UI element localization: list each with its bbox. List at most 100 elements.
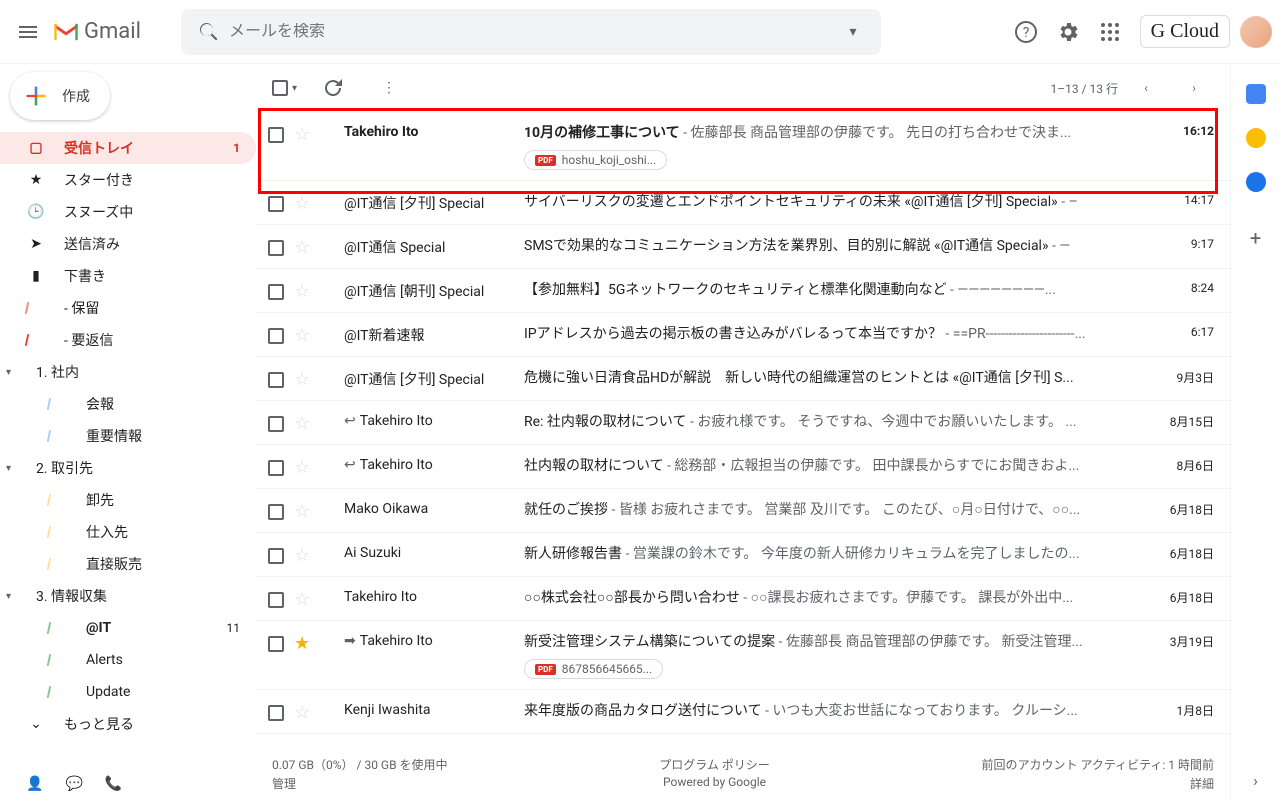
row-checkbox[interactable] <box>268 328 284 344</box>
row-checkbox[interactable] <box>268 127 284 143</box>
subject-text: IPアドレスから過去の掲示板の書き込みがバレるって本当ですか？ <box>524 326 942 342</box>
subject-text: 社内報の取材について <box>524 458 664 474</box>
subject-text: ○○株式会社○○部長から問い合わせ <box>524 590 740 606</box>
star-icon[interactable]: ☆ <box>294 369 310 390</box>
subject-text: SMSで効果的なコミュニケーション方法を業界別、目的別に解説 «@IT通信 Sp… <box>524 238 1049 254</box>
attachment-chip[interactable]: PDFhoshu_koji_oshi... <box>524 150 667 170</box>
star-icon[interactable]: ☆ <box>294 702 310 723</box>
row-checkbox[interactable] <box>268 460 284 476</box>
star-icon[interactable]: ☆ <box>294 281 310 302</box>
email-row[interactable]: ☆ Ai Suzuki 新人研修報告書 - 営業課の鈴木です。 今年度の新人研修… <box>256 533 1230 577</box>
menu-icon[interactable] <box>8 12 48 52</box>
email-row[interactable]: ☆ ↩Takehiro Ito Re: 社内報の取材について - お疲れ様です。… <box>256 401 1230 445</box>
nav-starred[interactable]: ★スター付き <box>0 164 256 196</box>
search-options-icon[interactable]: ▾ <box>833 12 873 52</box>
prev-page-icon[interactable]: ‹ <box>1126 68 1166 108</box>
nav-sent[interactable]: ➤送信済み <box>0 228 256 260</box>
apps-icon[interactable] <box>1090 12 1130 52</box>
email-list: ☆ Takehiro Ito 10月の補修工事について - 佐藤部長 商品管理部… <box>256 112 1230 748</box>
attachment-chip[interactable]: PDF867856645665... <box>524 659 663 679</box>
star-icon[interactable]: ☆ <box>294 501 310 522</box>
sender-name: Takehiro Ito <box>344 122 524 140</box>
row-checkbox[interactable] <box>268 504 284 520</box>
keep-icon[interactable] <box>1246 128 1266 148</box>
calendar-icon[interactable] <box>1246 84 1266 104</box>
nav-more[interactable]: ⌄もっと見る <box>0 708 256 740</box>
nav-drafts[interactable]: ▮下書き <box>0 260 256 292</box>
nav-internal-important[interactable]: 重要情報 <box>0 420 256 452</box>
phone-icon[interactable]: 📞 <box>105 776 122 792</box>
email-row[interactable]: ☆ @IT通信 [朝刊] Special 【参加無料】5Gネットワークのセキュリ… <box>256 269 1230 313</box>
subject-text: サイバーリスクの変遷とエンドポイントセキュリティの未来 «@IT通信 [夕刊] … <box>524 194 1058 210</box>
select-all-checkbox[interactable]: ▾ <box>272 80 297 96</box>
nav-clients-sales[interactable]: 卸先 <box>0 484 256 516</box>
nav-clients-direct[interactable]: 直接販売 <box>0 548 256 580</box>
tasks-icon[interactable] <box>1246 172 1266 192</box>
nav-research-update[interactable]: Update <box>0 676 256 708</box>
hangouts-icon[interactable]: 💬 <box>65 776 82 792</box>
nav-snoozed[interactable]: 🕒スヌーズ中 <box>0 196 256 228</box>
star-icon[interactable]: ☆ <box>294 237 310 258</box>
collapse-panel-icon[interactable]: › <box>1253 771 1258 790</box>
row-checkbox[interactable] <box>268 592 284 608</box>
label-icon <box>47 686 52 698</box>
row-checkbox[interactable] <box>268 284 284 300</box>
email-row[interactable]: ☆ @IT通信 Special SMSで効果的なコミュニケーション方法を業界別、… <box>256 225 1230 269</box>
help-icon[interactable]: ? <box>1006 12 1046 52</box>
nav-clients-supplier[interactable]: 仕入先 <box>0 516 256 548</box>
nav-group-research[interactable]: ▾3. 情報収集 <box>0 580 256 612</box>
sender-name: Mako Oikawa <box>344 499 524 517</box>
star-icon[interactable]: ☆ <box>294 193 310 214</box>
email-row[interactable]: ★ ➡Takehiro Ito 新受注管理システム構築についての提案 - 佐藤部… <box>256 621 1230 690</box>
star-icon[interactable]: ☆ <box>294 325 310 346</box>
email-row[interactable]: ☆ Mako Oikawa 就任のご挨拶 - 皆様 お疲れさまです。 営業部 及… <box>256 489 1230 533</box>
nav-reply-needed[interactable]: - 要返信 <box>0 324 256 356</box>
nav-research-atit[interactable]: @IT11 <box>0 612 256 644</box>
compose-button[interactable]: 作成 <box>10 72 110 120</box>
email-row[interactable]: ☆ Takehiro Ito ○○株式会社○○部長から問い合わせ - ○○課長お… <box>256 577 1230 621</box>
email-row[interactable]: ☆ Takehiro Ito 10月の補修工事について - 佐藤部長 商品管理部… <box>256 112 1230 181</box>
star-icon[interactable]: ☆ <box>294 413 310 434</box>
row-checkbox[interactable] <box>268 372 284 388</box>
manage-link[interactable]: 管理 <box>272 775 448 792</box>
search-input[interactable] <box>229 23 833 41</box>
row-checkbox[interactable] <box>268 705 284 721</box>
refresh-icon[interactable] <box>313 68 353 108</box>
label-icon <box>25 302 30 314</box>
email-row[interactable]: ☆ Kenji Iwashita 来年度版の商品カタログ送付について - いつも… <box>256 690 1230 734</box>
settings-icon[interactable] <box>1048 12 1088 52</box>
email-row[interactable]: ☆ @IT通信 [夕刊] Special 危機に強い日清食品HDが解説 新しい時… <box>256 357 1230 401</box>
search-icon[interactable] <box>189 12 229 52</box>
row-checkbox[interactable] <box>268 548 284 564</box>
email-row[interactable]: ☆ ↩Takehiro Ito 社内報の取材について - 総務部・広報担当の伊藤… <box>256 445 1230 489</box>
policy-link[interactable]: プログラム ポリシー <box>659 756 770 773</box>
nav-group-internal[interactable]: ▾1. 社内 <box>0 356 256 388</box>
nav-internal-news[interactable]: 会報 <box>0 388 256 420</box>
row-checkbox[interactable] <box>268 240 284 256</box>
more-icon[interactable]: ⋮ <box>369 68 409 108</box>
nav-inbox[interactable]: ▢受信トレイ1 <box>0 132 256 164</box>
star-icon[interactable]: ☆ <box>294 545 310 566</box>
row-checkbox[interactable] <box>268 416 284 432</box>
star-icon[interactable]: ☆ <box>294 457 310 478</box>
email-row[interactable]: ☆ @IT通信 [夕刊] Special サイバーリスクの変遷とエンドポイントセ… <box>256 181 1230 225</box>
detail-link[interactable]: 詳細 <box>981 775 1214 792</box>
account-avatar[interactable] <box>1240 16 1272 48</box>
row-checkbox[interactable] <box>268 196 284 212</box>
powered-text: Powered by Google <box>659 775 770 789</box>
star-icon[interactable]: ☆ <box>294 589 310 610</box>
star-icon[interactable]: ☆ <box>294 124 310 145</box>
search-bar[interactable]: ▾ <box>181 9 881 55</box>
star-icon[interactable]: ★ <box>294 633 310 654</box>
gmail-logo[interactable]: Gmail <box>52 19 141 44</box>
nav-hold[interactable]: - 保留 <box>0 292 256 324</box>
add-panel-icon[interactable]: + <box>1250 226 1261 250</box>
next-page-icon[interactable]: › <box>1174 68 1214 108</box>
plus-icon <box>22 82 50 110</box>
nav-research-alerts[interactable]: Alerts <box>0 644 256 676</box>
email-row[interactable]: ☆ @IT新着速報 IPアドレスから過去の掲示板の書き込みがバレるって本当ですか… <box>256 313 1230 357</box>
row-checkbox[interactable] <box>268 636 284 652</box>
contacts-icon[interactable]: 👤 <box>26 776 43 792</box>
nav-group-clients[interactable]: ▾2. 取引先 <box>0 452 256 484</box>
gcloud-badge[interactable]: G Cloud <box>1140 15 1230 48</box>
